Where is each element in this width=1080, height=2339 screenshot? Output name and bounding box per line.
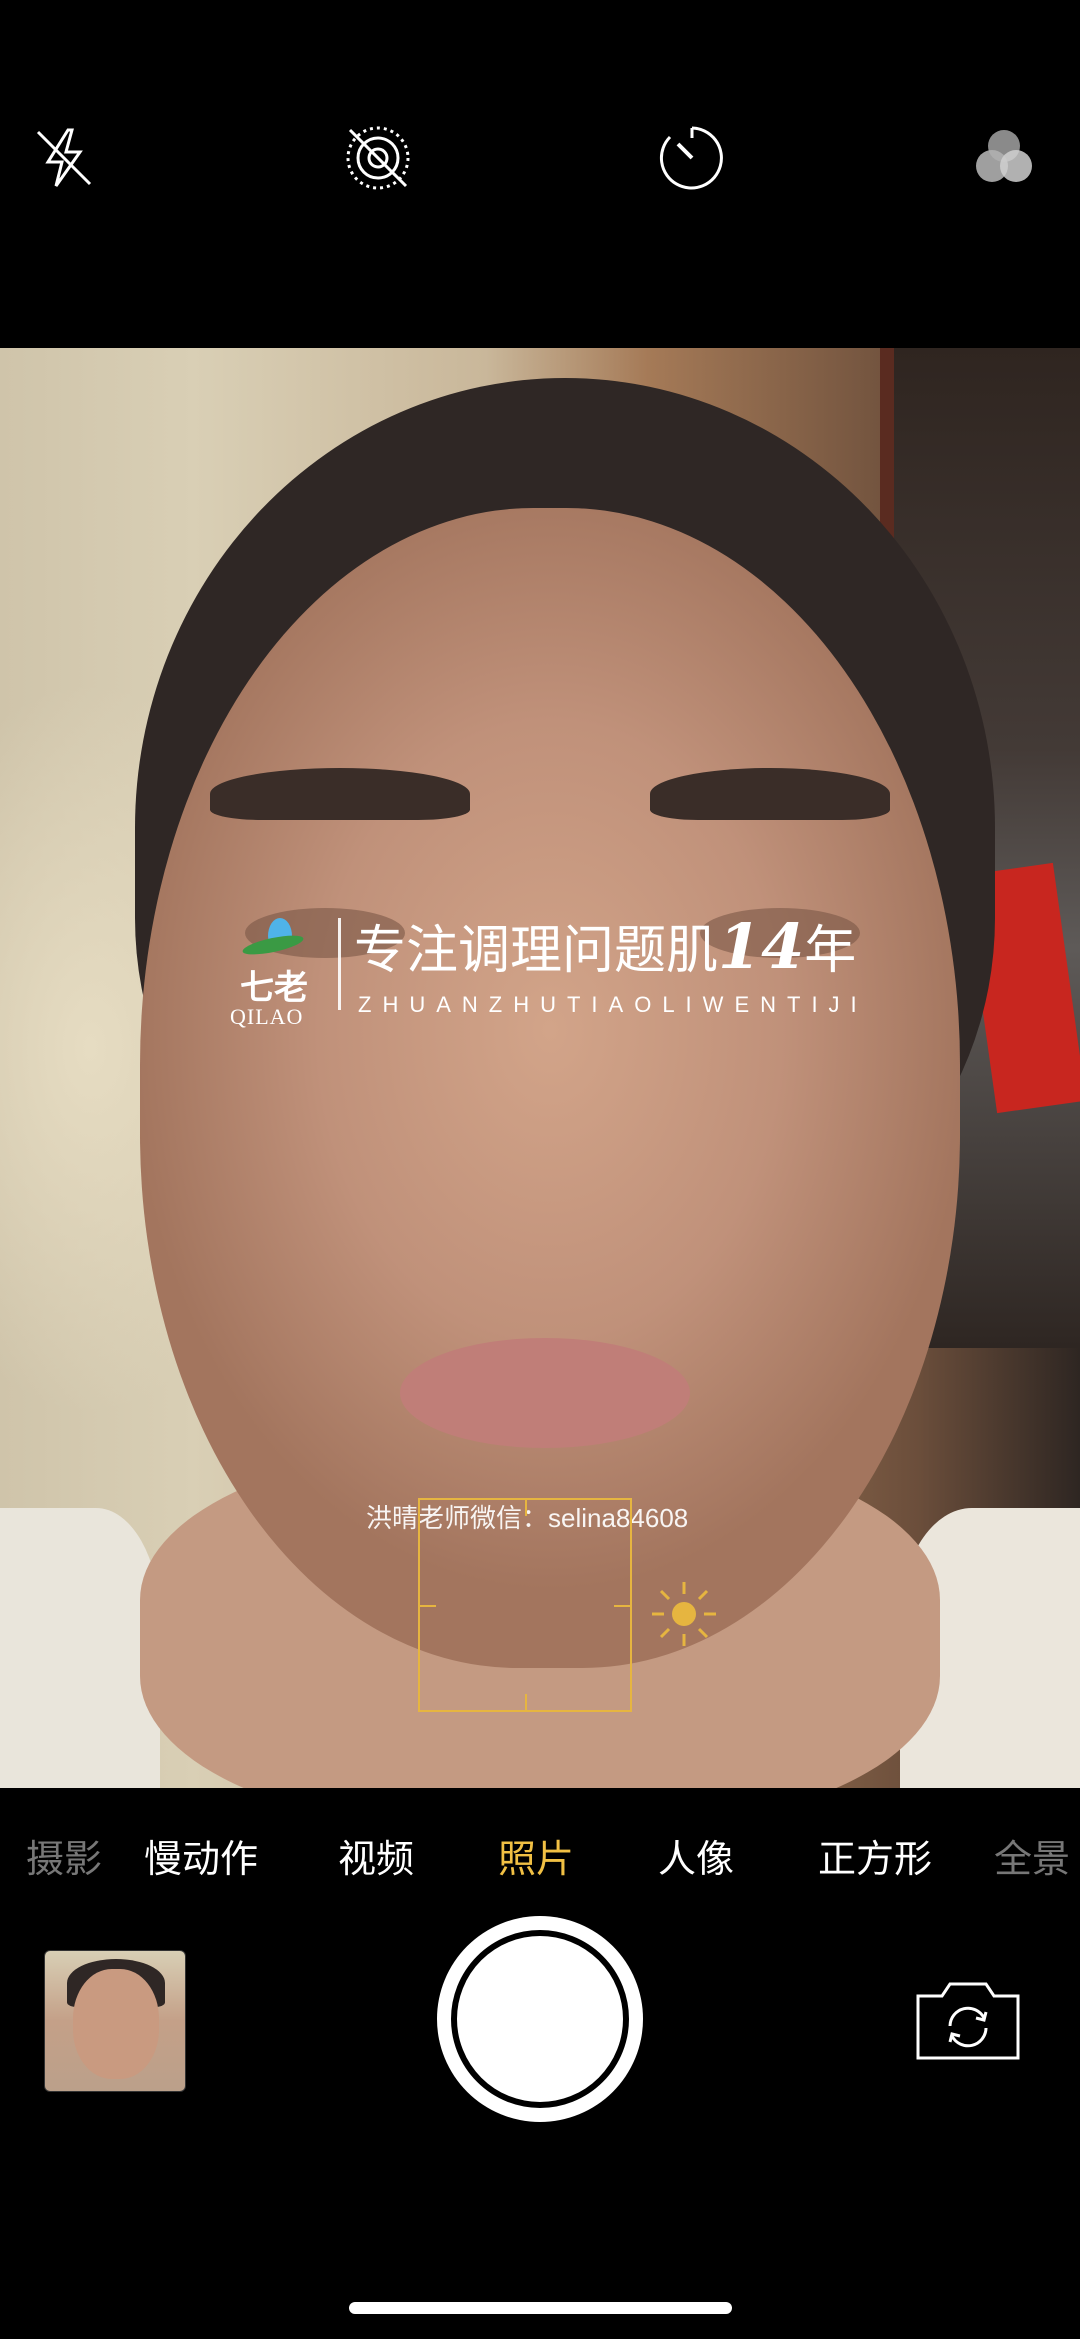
title-number: 14: [718, 910, 805, 983]
mode-portrait[interactable]: 人像: [658, 1828, 734, 1883]
timer-icon[interactable]: [656, 122, 728, 194]
last-photo-thumbnail[interactable]: [44, 1950, 186, 2092]
mode-square[interactable]: 正方形: [818, 1828, 932, 1883]
mode-slo-mo[interactable]: 慢动作: [144, 1828, 258, 1883]
live-photo-off-icon[interactable]: [342, 122, 414, 194]
face: [140, 508, 960, 1668]
flash-off-icon[interactable]: [28, 122, 100, 194]
watermark-title: 专注调理问题肌14年: [354, 908, 856, 983]
watermark: 七老 QILAO 专注调理问题肌14年 ZHUANZHUTIAOLIWENTIJ…: [230, 908, 910, 1029]
mode-selector: 摄影 慢动作 视频 照片 人像 正方形 全景: [0, 1788, 1080, 1918]
thumbnail-face: [73, 1969, 159, 2079]
lips: [400, 1338, 690, 1448]
mode-video[interactable]: 视频: [338, 1828, 414, 1883]
logo-chinese: 七老: [240, 968, 308, 1008]
logo-english: QILAO: [230, 1004, 304, 1029]
shirt-left: [0, 1508, 160, 1788]
watermark-separator: [338, 918, 341, 1010]
brand-logo: 七老 QILAO: [230, 908, 330, 1029]
top-bar: [0, 0, 1080, 348]
left-eyebrow: [210, 768, 470, 820]
exposure-sun-icon[interactable]: [648, 1578, 720, 1650]
mode-photo[interactable]: 照片: [498, 1828, 574, 1883]
switch-camera-icon[interactable]: [912, 1976, 1024, 2064]
mode-time-lapse[interactable]: 摄影: [26, 1828, 102, 1883]
focus-tick-top: [525, 1500, 527, 1516]
focus-tick-right: [614, 1605, 630, 1607]
mode-pano[interactable]: 全景: [994, 1828, 1070, 1883]
title-suffix: 年: [804, 921, 857, 981]
focus-tick-bottom: [525, 1694, 527, 1710]
focus-square[interactable]: [418, 1498, 632, 1712]
right-eyebrow: [650, 768, 890, 820]
home-indicator[interactable]: [349, 2302, 732, 2314]
shutter-ring: [451, 1930, 629, 2108]
title-prefix: 专注调理问题肌: [354, 921, 719, 981]
focus-tick-left: [420, 1605, 436, 1607]
shutter-button[interactable]: [437, 1916, 643, 2122]
filters-icon[interactable]: [968, 122, 1040, 194]
watermark-subtitle: ZHUANZHUTIAOLIWENTIJI: [358, 992, 868, 1017]
